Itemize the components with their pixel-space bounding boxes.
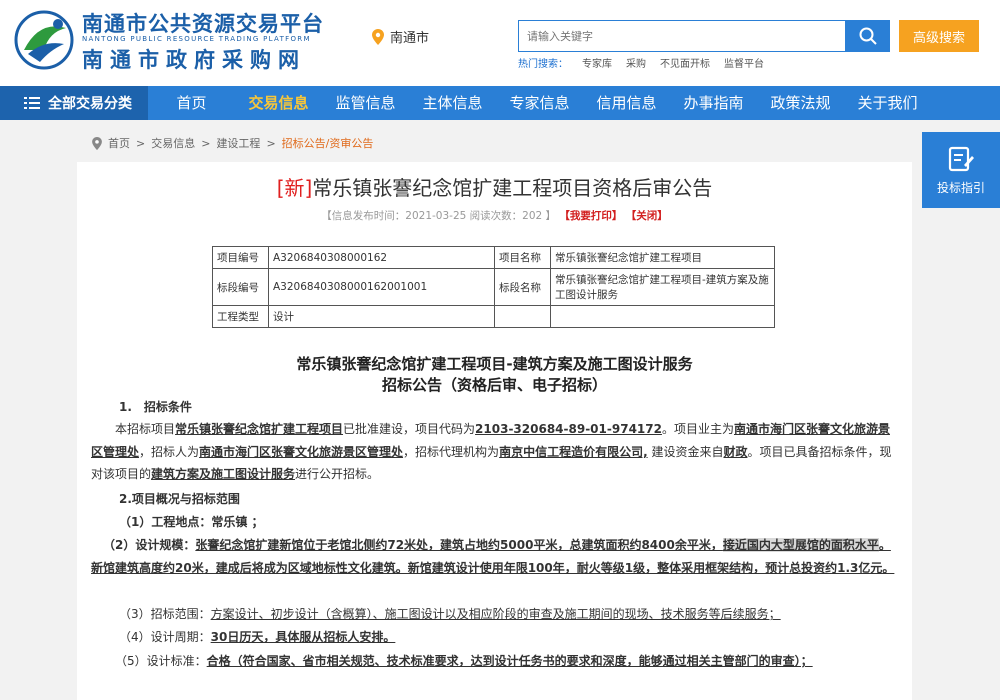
table-cell: [550, 305, 775, 328]
main-nav: 全部交易分类 首页 交易信息 监管信息 主体信息 专家信息 信用信息 办事指南 …: [0, 86, 1000, 120]
nav-item-service-guide[interactable]: 办事指南: [670, 86, 757, 120]
platform-name-en: NANTONG PUBLIC RESOURCE TRADING PLATFORM: [82, 35, 311, 43]
all-categories-label: 全部交易分类: [48, 96, 132, 112]
tenderer-text: 南通市海门区张謇文化旅游景区管理处: [199, 444, 404, 459]
breadcrumb-separator: >: [266, 136, 276, 150]
nav-item-entity-info[interactable]: 主体信息: [409, 86, 496, 120]
text: 张謇纪念馆扩建新馆位于老馆北侧约72米处，建筑占地约5000平米，总建筑面积约8…: [195, 538, 723, 552]
text: 30日历天，具体服从招标人安排。: [210, 630, 396, 644]
table-cell: 常乐镇张謇纪念馆扩建工程项目: [550, 246, 775, 269]
table-cell: 标段名称: [494, 268, 551, 306]
search-icon: [859, 27, 877, 45]
fund-source-text: 财政: [723, 444, 748, 459]
breadcrumb-separator: >: [136, 136, 146, 150]
location-pin-icon: [372, 28, 384, 45]
text: 。项目业主为: [661, 422, 734, 436]
label: （4）设计周期：: [119, 630, 211, 644]
advanced-search-button[interactable]: 高级搜索: [899, 20, 979, 52]
breadcrumb-separator: >: [201, 136, 211, 150]
paragraph-tender-conditions: 本招标项目常乐镇张謇纪念馆扩建工程项目已批准建设，项目代码为2103-32068…: [91, 418, 897, 486]
edit-document-icon: [948, 146, 974, 171]
bidding-guide-label: 投标指引: [936, 180, 985, 195]
city-selector[interactable]: 南通市: [372, 27, 429, 46]
location-pin-icon: [92, 136, 102, 150]
design-standard: （5）设计标准：合格（符合国家、省市相关规范、技术标准要求，达到设计任务书的要求…: [91, 650, 897, 673]
menu-icon: [24, 97, 40, 109]
breadcrumb-current[interactable]: 招标公告/资审公告: [282, 135, 374, 151]
city-label: 南通市: [390, 31, 430, 46]
nav-item-trading-info[interactable]: 交易信息: [235, 86, 322, 120]
text: 建设资金来自: [647, 444, 724, 459]
bidding-guide-button[interactable]: 投标指引: [922, 132, 1000, 208]
document-title: 常乐镇张謇纪念馆扩建工程项目-建筑方案及施工图设计服务: [296, 355, 693, 373]
table-cell: [494, 305, 551, 328]
agent-text: 南京中信工程造价有限公司,: [499, 444, 648, 459]
platform-logo-icon[interactable]: [14, 10, 74, 70]
hot-search-item[interactable]: 采购: [626, 55, 646, 70]
table-row: 工程类型 设计: [212, 305, 775, 328]
nav-item-policies[interactable]: 政策法规: [757, 86, 844, 120]
table-cell: 常乐镇张謇纪念馆扩建工程项目-建筑方案及施工图设计服务: [550, 268, 775, 306]
table-cell: 设计: [268, 305, 495, 328]
label: （5）设计标准：: [115, 654, 207, 668]
section-heading: 2.项目概况与招标范围: [119, 492, 240, 506]
article-meta: 【信息发布时间：2021-03-25 阅读次数：202 】 【我要打印】 【关闭…: [77, 208, 912, 223]
breadcrumb-trading-info[interactable]: 交易信息: [151, 135, 195, 151]
breadcrumb: 首页 > 交易信息 > 建设工程 > 招标公告/资审公告: [92, 135, 373, 151]
table-row: 标段编号 A3206840308000162001001 标段名称 常乐镇张謇纪…: [212, 268, 775, 306]
search-button[interactable]: [846, 20, 890, 52]
project-code-text: 2103-320684-89-01-974172: [475, 422, 662, 436]
all-categories-button[interactable]: 全部交易分类: [0, 86, 148, 120]
table-row: 项目编号 A3206840308000162 项目名称 常乐镇张謇纪念馆扩建工程…: [212, 246, 775, 269]
hot-search-item[interactable]: 专家库: [582, 55, 612, 70]
design-scale: （2）设计规模：张謇纪念馆扩建新馆位于老馆北侧约72米处，建筑占地约5000平米…: [91, 534, 897, 579]
highlighted-text: 接近国内大型展馆的面积水平: [722, 538, 879, 552]
label: （2）设计规模：: [103, 538, 196, 552]
document-subtitle: 招标公告（资格后审、电子招标）: [381, 376, 607, 394]
print-button[interactable]: 【我要打印】: [559, 210, 622, 222]
tender-scope: （3）招标范围：方案设计、初步设计（含概算）、施工图设计以及相应阶段的审查及施工…: [119, 603, 899, 626]
project-info-table: 项目编号 A3206840308000162 项目名称 常乐镇张謇纪念馆扩建工程…: [212, 246, 775, 328]
text: 合格（符合国家、省市相关规范、技术标准要求，达到设计任务书的要求和深度，能够通过…: [206, 654, 813, 668]
nav-item-about[interactable]: 关于我们: [844, 86, 931, 120]
hot-search-label: 热门搜索：: [518, 59, 568, 70]
nav-item-home[interactable]: 首页: [148, 86, 235, 120]
table-cell: 标段编号: [212, 268, 269, 306]
site-header: 南通市公共资源交易平台 NANTONG PUBLIC RESOURCE TRAD…: [0, 0, 1000, 86]
publish-info: 【信息发布时间：2021-03-25 阅读次数：202 】: [321, 210, 557, 222]
table-cell: 工程类型: [212, 305, 269, 328]
article-title: [新]常乐镇张謇纪念馆扩建工程项目资格后审公告: [77, 172, 912, 201]
text: ，招标代理机构为: [403, 444, 500, 459]
table-cell: A3206840308000162001001: [268, 268, 495, 306]
nav-item-credit-info[interactable]: 信用信息: [583, 86, 670, 120]
nav-item-regulatory-info[interactable]: 监管信息: [322, 86, 409, 120]
hot-search-item[interactable]: 监督平台: [724, 55, 764, 70]
label: （3）招标范围：: [119, 607, 211, 621]
nav-item-expert-info[interactable]: 专家信息: [496, 86, 583, 120]
procurement-name: 南通市政府采购网: [82, 48, 306, 72]
text: 方案设计、初步设计（含概算）、施工图设计以及相应阶段的审查及施工期间的现场、技术…: [210, 607, 781, 621]
table-cell: 项目名称: [494, 246, 551, 269]
text: 本招标项目: [115, 422, 176, 436]
hot-searches: 热门搜索： 专家库 采购 不见面开标 监督平台: [518, 55, 764, 70]
article-title-text: 常乐镇张謇纪念馆扩建工程项目资格后审公告: [312, 176, 713, 200]
work-location: （1）工程地点：常乐镇 ；: [119, 515, 264, 529]
platform-name: 南通市公共资源交易平台: [82, 12, 324, 36]
close-button[interactable]: 【关闭】: [626, 210, 668, 222]
article-panel: [新]常乐镇张謇纪念馆扩建工程项目资格后审公告 【信息发布时间：2021-03-…: [77, 162, 912, 700]
breadcrumb-construction[interactable]: 建设工程: [216, 135, 260, 151]
section-heading: 1. 招标条件: [119, 400, 192, 414]
hot-search-item[interactable]: 不见面开标: [660, 55, 710, 70]
text: 进行公开招标。: [295, 467, 380, 481]
breadcrumb-home[interactable]: 首页: [108, 135, 130, 151]
project-name-text: 常乐镇张謇纪念馆扩建工程项目: [175, 422, 344, 436]
design-period: （4）设计周期：30日历天，具体服从招标人安排。: [119, 626, 899, 649]
new-tag: [新]: [276, 176, 313, 200]
text: 已批准建设，项目代码为: [343, 422, 476, 436]
table-cell: 项目编号: [212, 246, 269, 269]
search-input[interactable]: [518, 20, 846, 52]
text: ，招标人为: [139, 444, 200, 459]
scope-text: 建筑方案及施工图设计服务: [151, 467, 296, 481]
table-cell: A3206840308000162: [268, 246, 495, 269]
